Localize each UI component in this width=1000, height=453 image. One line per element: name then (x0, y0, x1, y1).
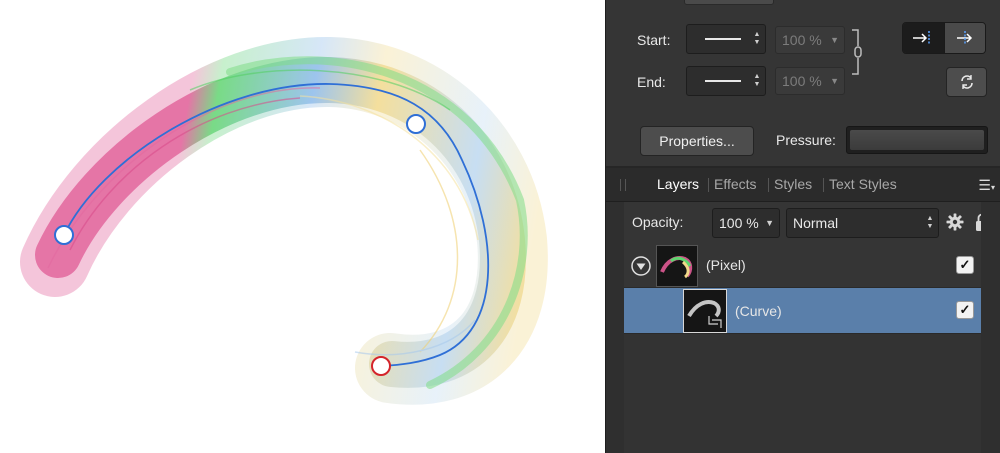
crop-icon (708, 316, 722, 328)
layer-thumbnail-pixel (656, 245, 698, 287)
line-style-glyph (705, 80, 741, 82)
line-end-inside-icon (913, 31, 930, 45)
tab-separator (823, 178, 824, 192)
line-style-glyph (705, 38, 741, 40)
curve-layer-preview (687, 300, 722, 328)
end-percent-field[interactable]: 100 % ▼ (775, 67, 845, 95)
grip-icon[interactable] (620, 179, 626, 191)
layers-list-empty (624, 334, 981, 453)
end-arrowhead-select[interactable]: ▲ ▼ (686, 66, 766, 96)
layers-tabbar: Layers Effects Styles Text Styles ☰▾ (606, 168, 1000, 202)
pixel-layer-preview (660, 256, 693, 279)
layer-name-pixel: (Pixel) (706, 257, 746, 273)
layer-row-curve[interactable]: (Curve) ✓ (624, 288, 981, 334)
chevron-down-icon: ▼ (830, 76, 839, 86)
tab-effects[interactable]: Effects (714, 176, 757, 192)
properties-button[interactable]: Properties... (640, 126, 754, 156)
app-window: Start: ▲ ▼ 100 % ▼ End: ▲ ▼ 100 % ▼ Prop… (0, 0, 1000, 453)
tab-separator (768, 178, 769, 192)
brush-stroke-artwork (20, 36, 548, 405)
stepper-icon: ▲ ▼ (753, 31, 761, 46)
tab-text-styles[interactable]: Text Styles (829, 176, 897, 192)
line-end-position-segmented[interactable] (902, 22, 986, 54)
curve-mid-node[interactable] (406, 114, 426, 134)
start-label: Start: (637, 32, 671, 48)
disclosure-icon[interactable] (631, 256, 651, 276)
opacity-field[interactable]: 100 % ▼ (712, 208, 780, 238)
pressure-graph (850, 130, 984, 150)
blend-mode-select[interactable]: Normal ▲ ▼ (786, 208, 939, 238)
panel-top-control[interactable] (684, 0, 774, 5)
curve-start-node[interactable] (54, 225, 74, 245)
stepper-icon: ▲ ▼ (753, 73, 761, 88)
layers-list-gutter (606, 202, 624, 453)
line-end-outside-button[interactable] (943, 23, 985, 53)
layer-name-curve: (Curve) (735, 303, 782, 319)
checkmark-icon: ✓ (959, 257, 971, 272)
opacity-label: Opacity: (632, 214, 684, 230)
chevron-down-icon: ▼ (765, 218, 774, 228)
context-panel: Start: ▲ ▼ 100 % ▼ End: ▲ ▼ 100 % ▼ Prop… (605, 0, 1000, 453)
pressure-curve-control[interactable] (846, 126, 988, 154)
pressure-label: Pressure: (776, 132, 836, 148)
layer-visibility-checkbox[interactable]: ✓ (956, 256, 974, 274)
layers-list-scroll-gutter (981, 202, 1000, 453)
chain-link-icon[interactable] (850, 26, 862, 78)
start-percent-field[interactable]: 100 % ▼ (775, 26, 845, 54)
layer-row-pixel[interactable]: (Pixel) ✓ (624, 243, 981, 288)
end-percent-value: 100 % (782, 73, 822, 89)
line-end-outside-icon (956, 31, 972, 45)
curve-end-node[interactable] (371, 356, 391, 376)
stepper-icon: ▲ ▼ (926, 215, 934, 230)
document-canvas[interactable] (0, 0, 605, 453)
tab-separator (708, 178, 709, 192)
chevron-down-icon: ▼ (830, 35, 839, 45)
layer-visibility-checkbox[interactable]: ✓ (956, 301, 974, 319)
line-end-inside-button[interactable] (903, 23, 944, 53)
checkmark-icon: ✓ (959, 302, 971, 317)
tab-layers[interactable]: Layers (657, 176, 699, 192)
tab-styles[interactable]: Styles (774, 176, 812, 192)
gear-icon[interactable] (946, 213, 964, 231)
swap-icon (960, 75, 973, 89)
start-percent-value: 100 % (782, 32, 822, 48)
blend-mode-value: Normal (793, 215, 839, 231)
layer-thumbnail-curve (683, 289, 727, 333)
swap-arrowheads-button[interactable] (946, 67, 987, 97)
end-label: End: (637, 74, 666, 90)
panel-menu-icon[interactable]: ☰▾ (978, 177, 995, 194)
opacity-value: 100 % (719, 215, 759, 231)
start-arrowhead-select[interactable]: ▲ ▼ (686, 24, 766, 54)
